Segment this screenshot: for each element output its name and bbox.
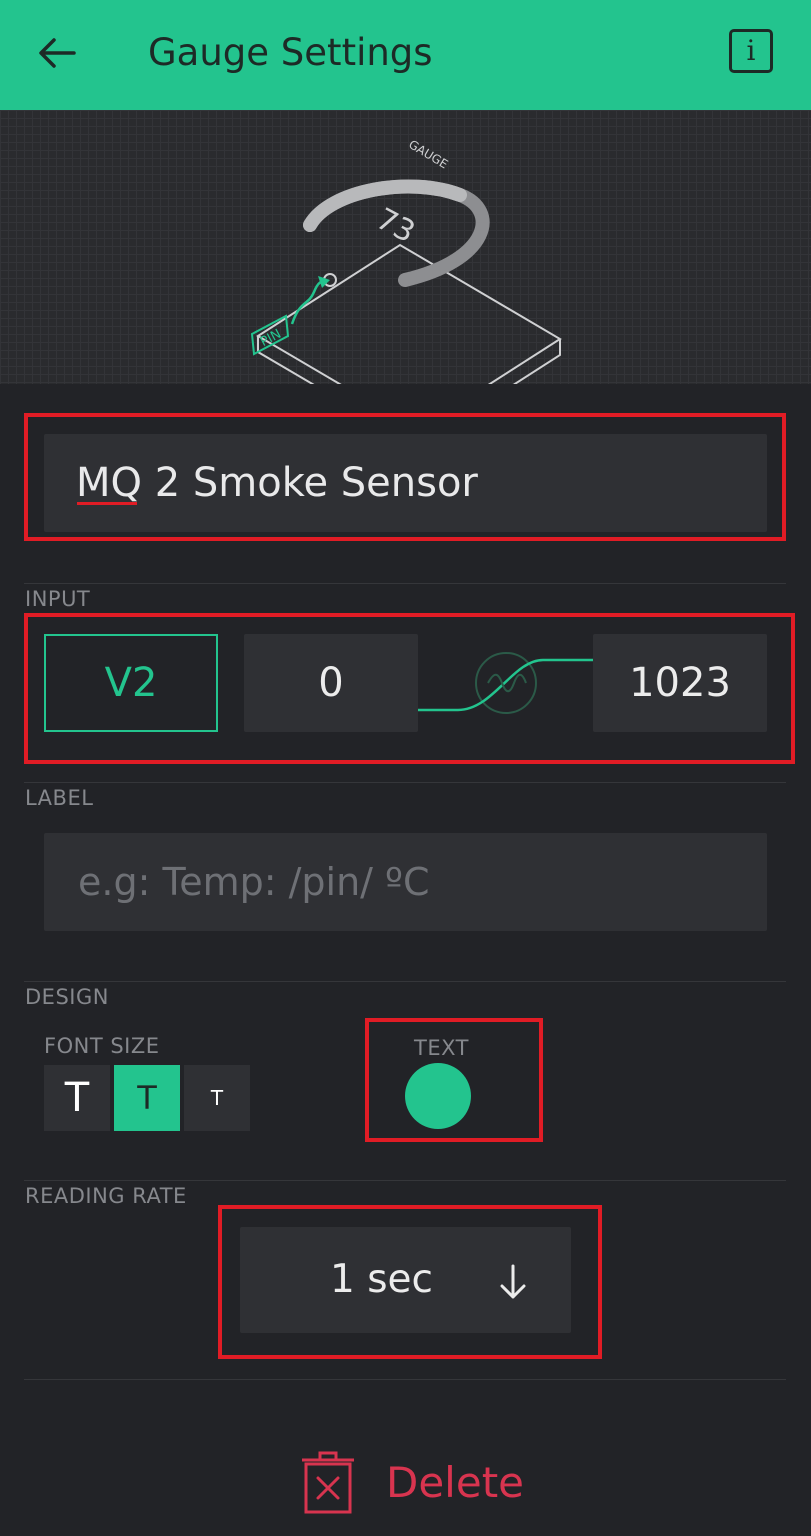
label-input[interactable]: e.g: Temp: /pin/ ºC xyxy=(44,833,767,931)
font-size-label: FONT SIZE xyxy=(44,1034,160,1058)
reading-rate-dropdown[interactable]: 1 sec xyxy=(240,1227,571,1333)
widget-preview: 73 GAUGE PIN xyxy=(0,110,811,384)
design-section-label: DESIGN xyxy=(25,985,109,1009)
widget-name-input[interactable]: MQ 2 Smoke Sensor xyxy=(44,434,767,532)
pin-selector[interactable]: V2 xyxy=(44,634,218,732)
delete-button[interactable]: Delete xyxy=(300,1450,540,1520)
divider xyxy=(24,782,786,783)
divider xyxy=(24,981,786,982)
back-button[interactable] xyxy=(30,28,86,78)
text-color-picker[interactable] xyxy=(405,1063,471,1129)
font-size-medium-glyph: T xyxy=(137,1079,157,1117)
font-size-small-button[interactable]: T xyxy=(184,1065,250,1131)
spellcheck-underline xyxy=(77,502,137,505)
reading-rate-section-label: READING RATE xyxy=(25,1184,187,1208)
page-title: Gauge Settings xyxy=(148,31,433,74)
text-color-label: TEXT xyxy=(414,1036,469,1060)
divider xyxy=(24,1379,786,1380)
arrow-down-icon xyxy=(500,1264,526,1299)
curve-mapping-icon xyxy=(418,652,593,714)
reading-rate-value: 1 sec xyxy=(330,1257,433,1302)
font-size-small-glyph: T xyxy=(210,1086,224,1110)
input-section-label: INPUT xyxy=(25,587,91,611)
arrow-left-icon xyxy=(39,38,76,68)
divider xyxy=(24,583,786,584)
max-value-input[interactable]: 1023 xyxy=(593,634,767,732)
delete-label: Delete xyxy=(386,1458,524,1507)
info-button[interactable]: i xyxy=(729,29,773,73)
min-value-input[interactable]: 0 xyxy=(244,634,418,732)
info-icon: i xyxy=(746,34,756,67)
divider xyxy=(24,1180,786,1181)
trash-icon xyxy=(302,1451,354,1514)
app-bar: Gauge Settings i xyxy=(0,0,811,110)
gauge-illustration: 73 GAUGE PIN xyxy=(250,137,562,384)
font-size-large-glyph: T xyxy=(64,1075,90,1121)
label-section-label: LABEL xyxy=(25,786,94,810)
gauge-preview-caption: GAUGE xyxy=(406,137,450,171)
font-size-medium-button[interactable]: T xyxy=(114,1065,180,1131)
gauge-preview-value: 73 xyxy=(370,201,420,250)
pin-preview-caption: PIN xyxy=(258,327,284,350)
font-size-large-button[interactable]: T xyxy=(44,1065,110,1131)
